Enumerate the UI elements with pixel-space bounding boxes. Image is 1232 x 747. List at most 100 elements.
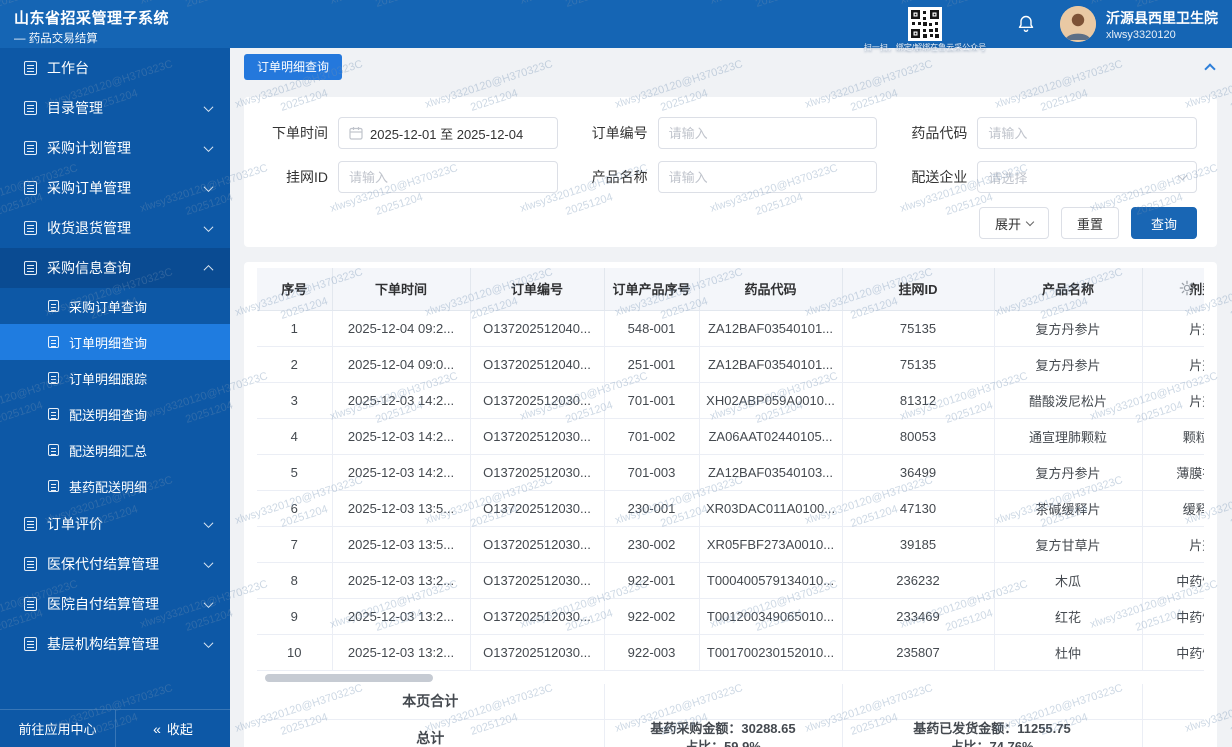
table-row[interactable]: 6 2025-12-03 13:5... O137202512030... 230-0…	[257, 490, 1204, 527]
column-header[interactable]: 挂网ID	[842, 268, 995, 311]
app-window: 山东省招采管理子系统 — 药品交易结算 扫一扫，绑定/解绑在鲁云采公众号 沂源县…	[0, 0, 1232, 747]
horizontal-scrollbar[interactable]	[257, 673, 1204, 682]
table-cell: 复方甘草片	[994, 526, 1143, 563]
sidebar-item[interactable]: 医保代付结算管理	[0, 544, 230, 584]
table-cell: 缓释片	[1142, 490, 1204, 527]
table-cell: O137202512040...	[470, 310, 605, 347]
document-icon	[24, 101, 37, 115]
column-settings-gear-icon[interactable]	[1179, 280, 1195, 296]
search-button[interactable]: 查询	[1130, 207, 1197, 239]
reset-button[interactable]: 重置	[1060, 207, 1119, 239]
sidebar-subitem[interactable]: 配送明细汇总	[0, 432, 230, 468]
sidebar-item[interactable]: 基层机构结算管理	[0, 624, 230, 664]
document-icon	[24, 181, 37, 195]
sidebar-item[interactable]: 采购信息查询	[0, 248, 230, 288]
table-row[interactable]: 8 2025-12-03 13:2... O137202512030... 922-0…	[257, 562, 1204, 599]
document-icon	[24, 221, 37, 235]
table-cell: T001200349065010...	[699, 598, 843, 635]
table-cell: 片剂	[1142, 346, 1204, 383]
table-cell: 1	[257, 310, 333, 347]
table-cell: 2025-12-03 14:2...	[332, 454, 471, 491]
sidebar-item[interactable]: 工作台	[0, 48, 230, 88]
table-row[interactable]: 3 2025-12-03 14:2... O137202512030... 701-0…	[257, 382, 1204, 419]
sidebar-item[interactable]: 采购计划管理	[0, 128, 230, 168]
table-cell: 2025-12-03 13:2...	[332, 562, 471, 599]
table-row[interactable]: 5 2025-12-03 14:2... O137202512030... 701-0…	[257, 454, 1204, 491]
sidebar-subitem[interactable]: 采购订单查询	[0, 288, 230, 324]
table-cell: 5	[257, 454, 333, 491]
tab-order-detail-query[interactable]: 订单明细查询	[244, 54, 343, 80]
table-row[interactable]: 1 2025-12-04 09:2... O137202512040... 548-0…	[257, 310, 1204, 347]
product-name-label: 产品名称	[591, 169, 648, 185]
scrollbar-thumb[interactable]	[265, 673, 433, 682]
table-row[interactable]: 2 2025-12-04 09:0... O137202512040... 251-0…	[257, 346, 1204, 383]
table-cell: 230-002	[604, 526, 700, 563]
sidebar-item[interactable]: 目录管理	[0, 88, 230, 128]
sidebar-footer: 前往应用中心 « 收起	[0, 709, 230, 747]
grand-total-label: 总计	[257, 719, 605, 747]
expand-filters-button[interactable]: 展开	[978, 207, 1049, 239]
field-product-name: 产品名称	[584, 161, 878, 193]
column-header[interactable]: 药品代码	[699, 268, 843, 311]
document-icon	[24, 557, 37, 571]
sidebar-subitem[interactable]: 订单明细跟踪	[0, 360, 230, 396]
qr-code[interactable]: 扫一扫，绑定/解绑在鲁云采公众号	[864, 7, 986, 52]
order-no-input[interactable]	[657, 117, 878, 149]
table-cell: 片剂	[1142, 526, 1204, 563]
table-row[interactable]: 7 2025-12-03 13:5... O137202512030... 230-0…	[257, 526, 1204, 563]
column-header[interactable]: 下单时间	[332, 268, 471, 311]
table-scroll-area[interactable]: 序号下单时间订单编号订单产品序号药品代码挂网ID产品名称剂型12025-12-0…	[257, 268, 1204, 671]
document-icon	[48, 300, 59, 312]
table-cell: ZA12BAF03540103...	[699, 454, 843, 491]
calendar-icon	[349, 127, 363, 140]
table-row[interactable]: 9 2025-12-03 13:2... O137202512030... 922-0…	[257, 598, 1204, 635]
drug-code-input[interactable]	[977, 117, 1197, 149]
sidebar-item-label: 医院自付结算管理	[47, 596, 159, 612]
table-cell: O137202512030...	[470, 490, 605, 527]
sidebar-subitem-label: 配送明细汇总	[69, 443, 148, 459]
table-cell: 235807	[842, 634, 995, 671]
table-row[interactable]: 10 2025-12-03 13:2... O137202512030... 922-…	[257, 634, 1204, 671]
avatar[interactable]	[1060, 6, 1096, 42]
column-header[interactable]: 序号	[257, 268, 333, 311]
document-icon	[48, 336, 59, 348]
sidebar-subitem[interactable]: 基药配送明细	[0, 468, 230, 504]
collapse-panel-icon[interactable]	[1204, 60, 1216, 75]
table-cell: 薄膜衣片	[1142, 454, 1204, 491]
top-header: 山东省招采管理子系统 — 药品交易结算 扫一扫，绑定/解绑在鲁云采公众号 沂源县…	[0, 0, 1232, 52]
table-cell: 醋酸泼尼松片	[994, 382, 1143, 419]
purchase-amount-cell: 基药采购金额：30288.65 占比：59.9%	[604, 719, 843, 747]
notification-bell-icon[interactable]	[1016, 14, 1036, 34]
column-header[interactable]: 订单编号	[470, 268, 605, 311]
table-cell: 701-001	[604, 382, 700, 419]
field-order-time: 下单时间 2025-12-01 至 2025-12-04	[264, 117, 558, 149]
column-header[interactable]: 订单产品序号	[604, 268, 700, 311]
sidebar-item[interactable]: 采购订单管理	[0, 168, 230, 208]
content-area: 下单时间 2025-12-01 至 2025-12-04 订单编号 请输入 药品…	[230, 86, 1232, 747]
filter-panel: 下单时间 2025-12-01 至 2025-12-04 订单编号 请输入 药品…	[244, 97, 1217, 247]
table-cell: 2025-12-03 13:2...	[332, 634, 471, 671]
listing-id-label: 挂网ID	[286, 169, 328, 185]
sidebar-subitem[interactable]: 订单明细查询	[0, 324, 230, 360]
table-cell: ZA06AAT02440105...	[699, 418, 843, 455]
listing-id-input[interactable]	[338, 161, 558, 193]
chevron-down-icon	[1177, 170, 1188, 181]
column-header[interactable]: 产品名称	[994, 268, 1143, 311]
grand-total-row: 总计 基药采购金额：30288.65 占比：59.9% 基药已发货金额：1125…	[257, 719, 1204, 747]
product-name-input[interactable]	[657, 161, 878, 193]
user-info[interactable]: 沂源县西里卫生院 xlwsy3320120	[1106, 8, 1218, 41]
table-cell: 片剂	[1142, 382, 1204, 419]
sidebar-item[interactable]: 收货退货管理	[0, 208, 230, 248]
sidebar-item-label: 采购订单管理	[47, 180, 131, 196]
collapse-sidebar-button[interactable]: « 收起	[116, 710, 230, 747]
order-time-daterange[interactable]: 2025-12-01 至 2025-12-04	[338, 117, 558, 149]
sidebar-item[interactable]: 医院自付结算管理	[0, 584, 230, 624]
app-center-button[interactable]: 前往应用中心	[0, 710, 116, 747]
page-total-row: 本页合计	[257, 683, 1204, 720]
delivery-company-select[interactable]: 请选择	[977, 161, 1197, 193]
table-row[interactable]: 4 2025-12-03 14:2... O137202512030... 701-0…	[257, 418, 1204, 455]
table-cell: 茶碱缓释片	[994, 490, 1143, 527]
table-cell: O137202512030...	[470, 418, 605, 455]
sidebar-item[interactable]: 订单评价	[0, 504, 230, 544]
sidebar-subitem[interactable]: 配送明细查询	[0, 396, 230, 432]
